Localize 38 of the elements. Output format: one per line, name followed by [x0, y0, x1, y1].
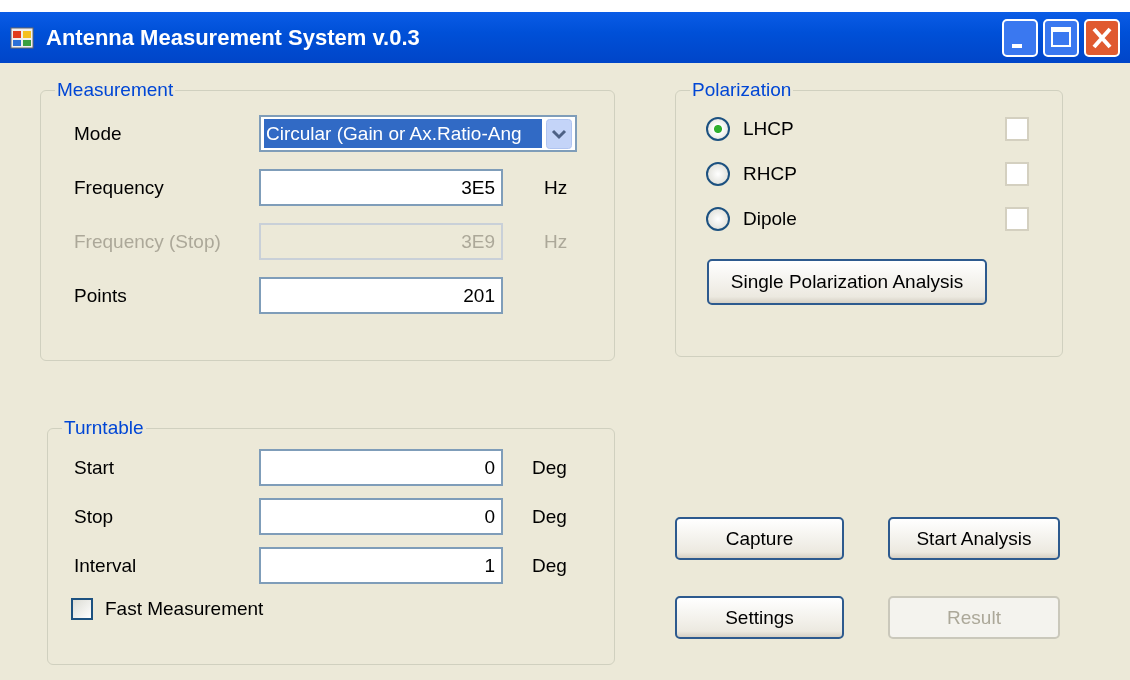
maximize-button[interactable]: [1043, 18, 1079, 57]
field-label: Start: [74, 456, 116, 479]
field-label: Mode: [74, 122, 123, 145]
input-field[interactable]: 3E5: [259, 169, 503, 206]
action-button[interactable]: Start Analysis: [888, 517, 1060, 560]
radio-button[interactable]: [706, 117, 730, 141]
unit-label: Deg: [532, 505, 567, 528]
field-label: Interval: [74, 554, 138, 577]
close-button[interactable]: [1084, 18, 1120, 57]
action-button[interactable]: Settings: [675, 596, 844, 639]
input-field[interactable]: 1: [259, 547, 503, 584]
field-label: Stop: [74, 505, 115, 528]
single-polarization-analysis-button[interactable]: Single Polarization Analysis: [707, 259, 987, 305]
group-title: Measurement: [56, 79, 175, 101]
checkbox[interactable]: [71, 598, 93, 620]
radio-label: LHCP: [743, 118, 795, 140]
group-title: Polarization: [691, 79, 793, 101]
field-label: Points: [74, 284, 128, 307]
unit-label: Hz: [544, 230, 568, 253]
input-field[interactable]: 201: [259, 277, 503, 314]
field-label: Frequency: [74, 176, 165, 199]
unit-label: Deg: [532, 554, 567, 577]
group-title: Turntable: [63, 417, 145, 439]
input-field[interactable]: 0: [259, 449, 503, 486]
field-label: Frequency (Stop): [74, 230, 222, 253]
unit-label: Hz: [544, 176, 568, 199]
radio-label: RHCP: [743, 163, 798, 185]
window-title: Antenna Measurement System v.0.3: [46, 24, 421, 51]
minimize-button[interactable]: [1002, 18, 1038, 57]
radio-button[interactable]: [706, 207, 730, 231]
checkbox-label: Fast Measurement: [105, 598, 264, 620]
action-button[interactable]: Capture: [675, 517, 844, 560]
app-icon: [10, 26, 34, 49]
radio-label: Dipole: [743, 208, 798, 230]
input-field[interactable]: 0: [259, 498, 503, 535]
radio-button[interactable]: [706, 162, 730, 186]
unit-label: Deg: [532, 456, 567, 479]
mode-dropdown[interactable]: Circular (Gain or Ax.Ratio-Ang: [259, 115, 577, 152]
